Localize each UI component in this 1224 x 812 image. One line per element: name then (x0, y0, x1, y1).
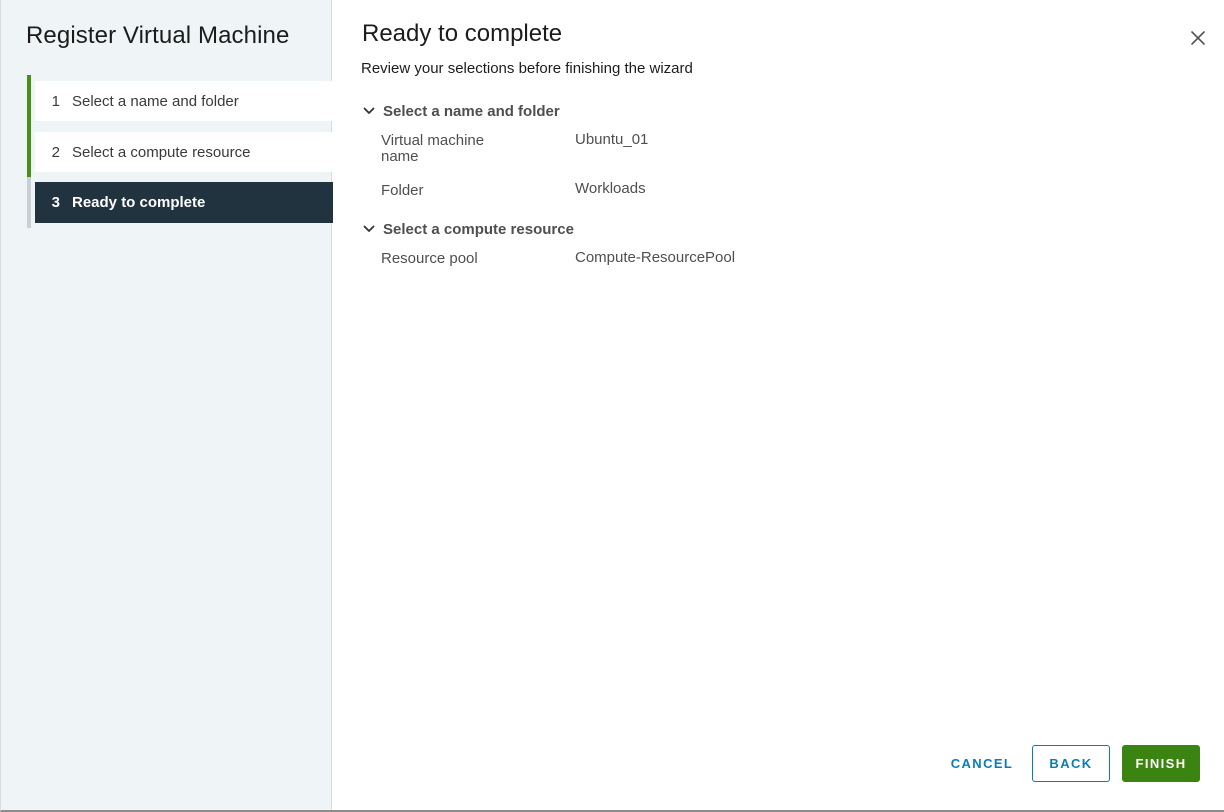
summary-row: Resource pool Compute-ResourcePool (362, 250, 735, 271)
page-subtitle: Review your selections before finishing … (361, 60, 693, 77)
step-progress-bar (27, 126, 31, 177)
register-vm-dialog: Register Virtual Machine 1 Select a name… (0, 0, 1224, 812)
summary-key: Virtual machine name (381, 132, 485, 165)
summary-value: Compute-ResourcePool (575, 249, 736, 266)
step-number: 1 (51, 92, 60, 110)
wizard-sidebar: Register Virtual Machine 1 Select a name… (1, 0, 333, 810)
step-label: Select a name and folder (72, 92, 239, 110)
step-label: Ready to complete (72, 194, 206, 211)
summary-row: Folder Workloads (362, 181, 646, 203)
wizard-step-1[interactable]: 1 Select a name and folder (27, 75, 333, 126)
step-card-active[interactable]: 3 Ready to complete (35, 182, 333, 223)
section-toggle[interactable]: Select a compute resource (362, 219, 574, 239)
step-progress-bar (27, 177, 31, 228)
section-header-label: Select a compute resource (383, 220, 574, 238)
summary-value: Ubuntu_01 (575, 131, 649, 148)
step-progress-bar (27, 75, 31, 126)
summary-key: Resource pool (381, 250, 478, 267)
summary-key: Folder (381, 182, 424, 199)
cancel-button[interactable]: CANCEL (942, 745, 1022, 782)
section-compute-resource: Select a compute resource Resource pool … (362, 219, 735, 267)
finish-button[interactable]: FINISH (1122, 745, 1200, 782)
summary-row: Virtual machine name Ubuntu_01 (362, 132, 648, 173)
summary-value: Workloads (575, 180, 646, 197)
close-icon (1191, 31, 1205, 45)
chevron-down-icon (363, 107, 375, 114)
wizard-step-3[interactable]: 3 Ready to complete (27, 177, 333, 228)
close-button[interactable] (1188, 28, 1208, 48)
wizard-title: Register Virtual Machine (26, 22, 290, 49)
wizard-steps: 1 Select a name and folder 2 Select a co… (27, 75, 333, 228)
section-name-and-folder: Select a name and folder Virtual machine… (362, 101, 648, 199)
step-number: 2 (51, 143, 60, 161)
wizard-step-2[interactable]: 2 Select a compute resource (27, 126, 333, 177)
back-button[interactable]: BACK (1032, 745, 1110, 782)
wizard-main: Ready to complete Review your selections… (332, 0, 1224, 810)
step-card[interactable]: 1 Select a name and folder (35, 81, 333, 121)
page-title: Ready to complete (362, 20, 563, 47)
step-number: 3 (51, 194, 60, 211)
step-card[interactable]: 2 Select a compute resource (35, 132, 333, 172)
chevron-down-icon (363, 225, 375, 232)
section-header-label: Select a name and folder (383, 102, 560, 120)
step-label: Select a compute resource (72, 143, 251, 161)
section-toggle[interactable]: Select a name and folder (362, 101, 560, 121)
